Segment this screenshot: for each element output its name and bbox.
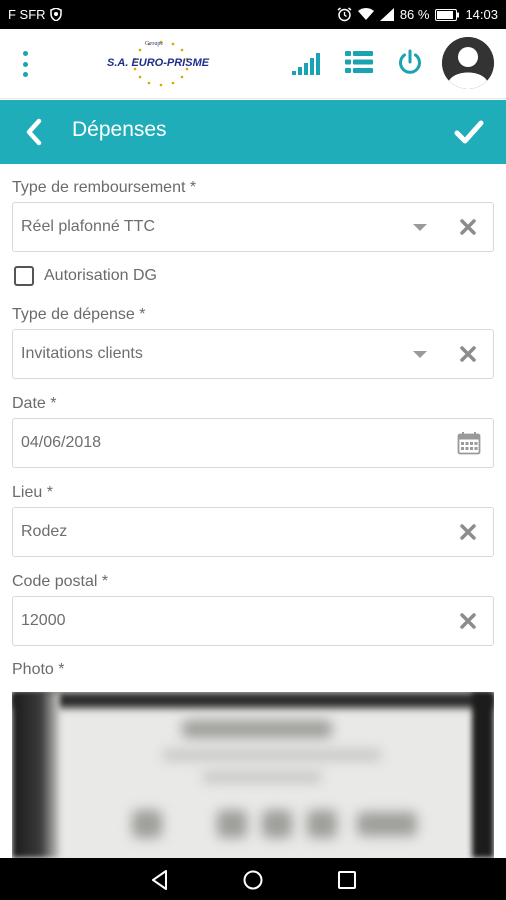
- power-icon[interactable]: [397, 49, 423, 75]
- date-field[interactable]: 04/06/2018: [12, 418, 494, 468]
- clear-icon[interactable]: [459, 523, 477, 541]
- clear-icon[interactable]: [459, 612, 477, 630]
- logo-brand-text: S.A. EURO-PRISME: [107, 57, 210, 69]
- type-remboursement-value: Réel plafonné TTC: [21, 218, 155, 235]
- dropdown-caret-icon[interactable]: [413, 224, 427, 231]
- vpn-shield-icon: [49, 8, 62, 21]
- battery-icon: [435, 8, 460, 21]
- app-header: Groupe S.A. EURO-PRISME: [0, 29, 506, 99]
- autorisation-dg-label: Autorisation DG: [44, 267, 157, 284]
- signal-strength-icon[interactable]: [292, 51, 322, 75]
- save-check-button[interactable]: [454, 118, 484, 146]
- type-depense-label: Type de dépense *: [12, 306, 146, 323]
- clock: 14:03: [465, 7, 498, 22]
- code-postal-field[interactable]: 12000: [12, 596, 494, 646]
- lieu-label: Lieu *: [12, 484, 53, 501]
- battery-percent: 86 %: [399, 7, 430, 22]
- type-remboursement-select[interactable]: Réel plafonné TTC: [12, 202, 494, 252]
- nav-home-icon[interactable]: [242, 869, 264, 891]
- code-postal-value: 12000: [21, 612, 66, 629]
- type-depense-select[interactable]: Invitations clients: [12, 329, 494, 379]
- date-label: Date *: [12, 395, 57, 412]
- company-logo: Groupe S.A. EURO-PRISME: [105, 39, 217, 89]
- cell-signal-icon: [379, 8, 394, 21]
- page-title: Dépenses: [72, 118, 167, 141]
- list-icon[interactable]: [345, 50, 373, 74]
- autorisation-dg-row[interactable]: Autorisation DG: [14, 266, 157, 286]
- calendar-icon[interactable]: [457, 431, 481, 455]
- clear-icon[interactable]: [459, 345, 477, 363]
- system-nav-bar: [0, 858, 506, 900]
- lieu-field[interactable]: Rodez: [12, 507, 494, 557]
- dropdown-caret-icon[interactable]: [413, 351, 427, 358]
- logo-groupe-text: Groupe: [145, 41, 163, 47]
- date-value: 04/06/2018: [21, 434, 102, 451]
- code-postal-label: Code postal *: [12, 573, 109, 590]
- photo-label: Photo *: [12, 661, 65, 678]
- clear-icon[interactable]: [459, 218, 477, 236]
- status-bar: F SFR 86 % 14:03: [0, 0, 506, 29]
- wifi-icon: [357, 8, 374, 20]
- nav-back-icon[interactable]: [149, 869, 171, 891]
- carrier-label: F SFR: [8, 7, 46, 22]
- page-title-bar: Dépenses: [0, 100, 506, 164]
- menu-kebab-icon[interactable]: [18, 51, 32, 77]
- user-avatar-icon[interactable]: [442, 37, 494, 89]
- alarm-icon: [337, 7, 352, 22]
- autorisation-dg-checkbox[interactable]: [14, 266, 34, 286]
- lieu-value: Rodez: [21, 523, 68, 540]
- type-remboursement-label: Type de remboursement *: [12, 179, 197, 196]
- type-depense-value: Invitations clients: [21, 345, 143, 362]
- nav-recents-icon[interactable]: [336, 869, 358, 891]
- receipt-photo[interactable]: [12, 692, 494, 858]
- back-button[interactable]: [22, 117, 46, 147]
